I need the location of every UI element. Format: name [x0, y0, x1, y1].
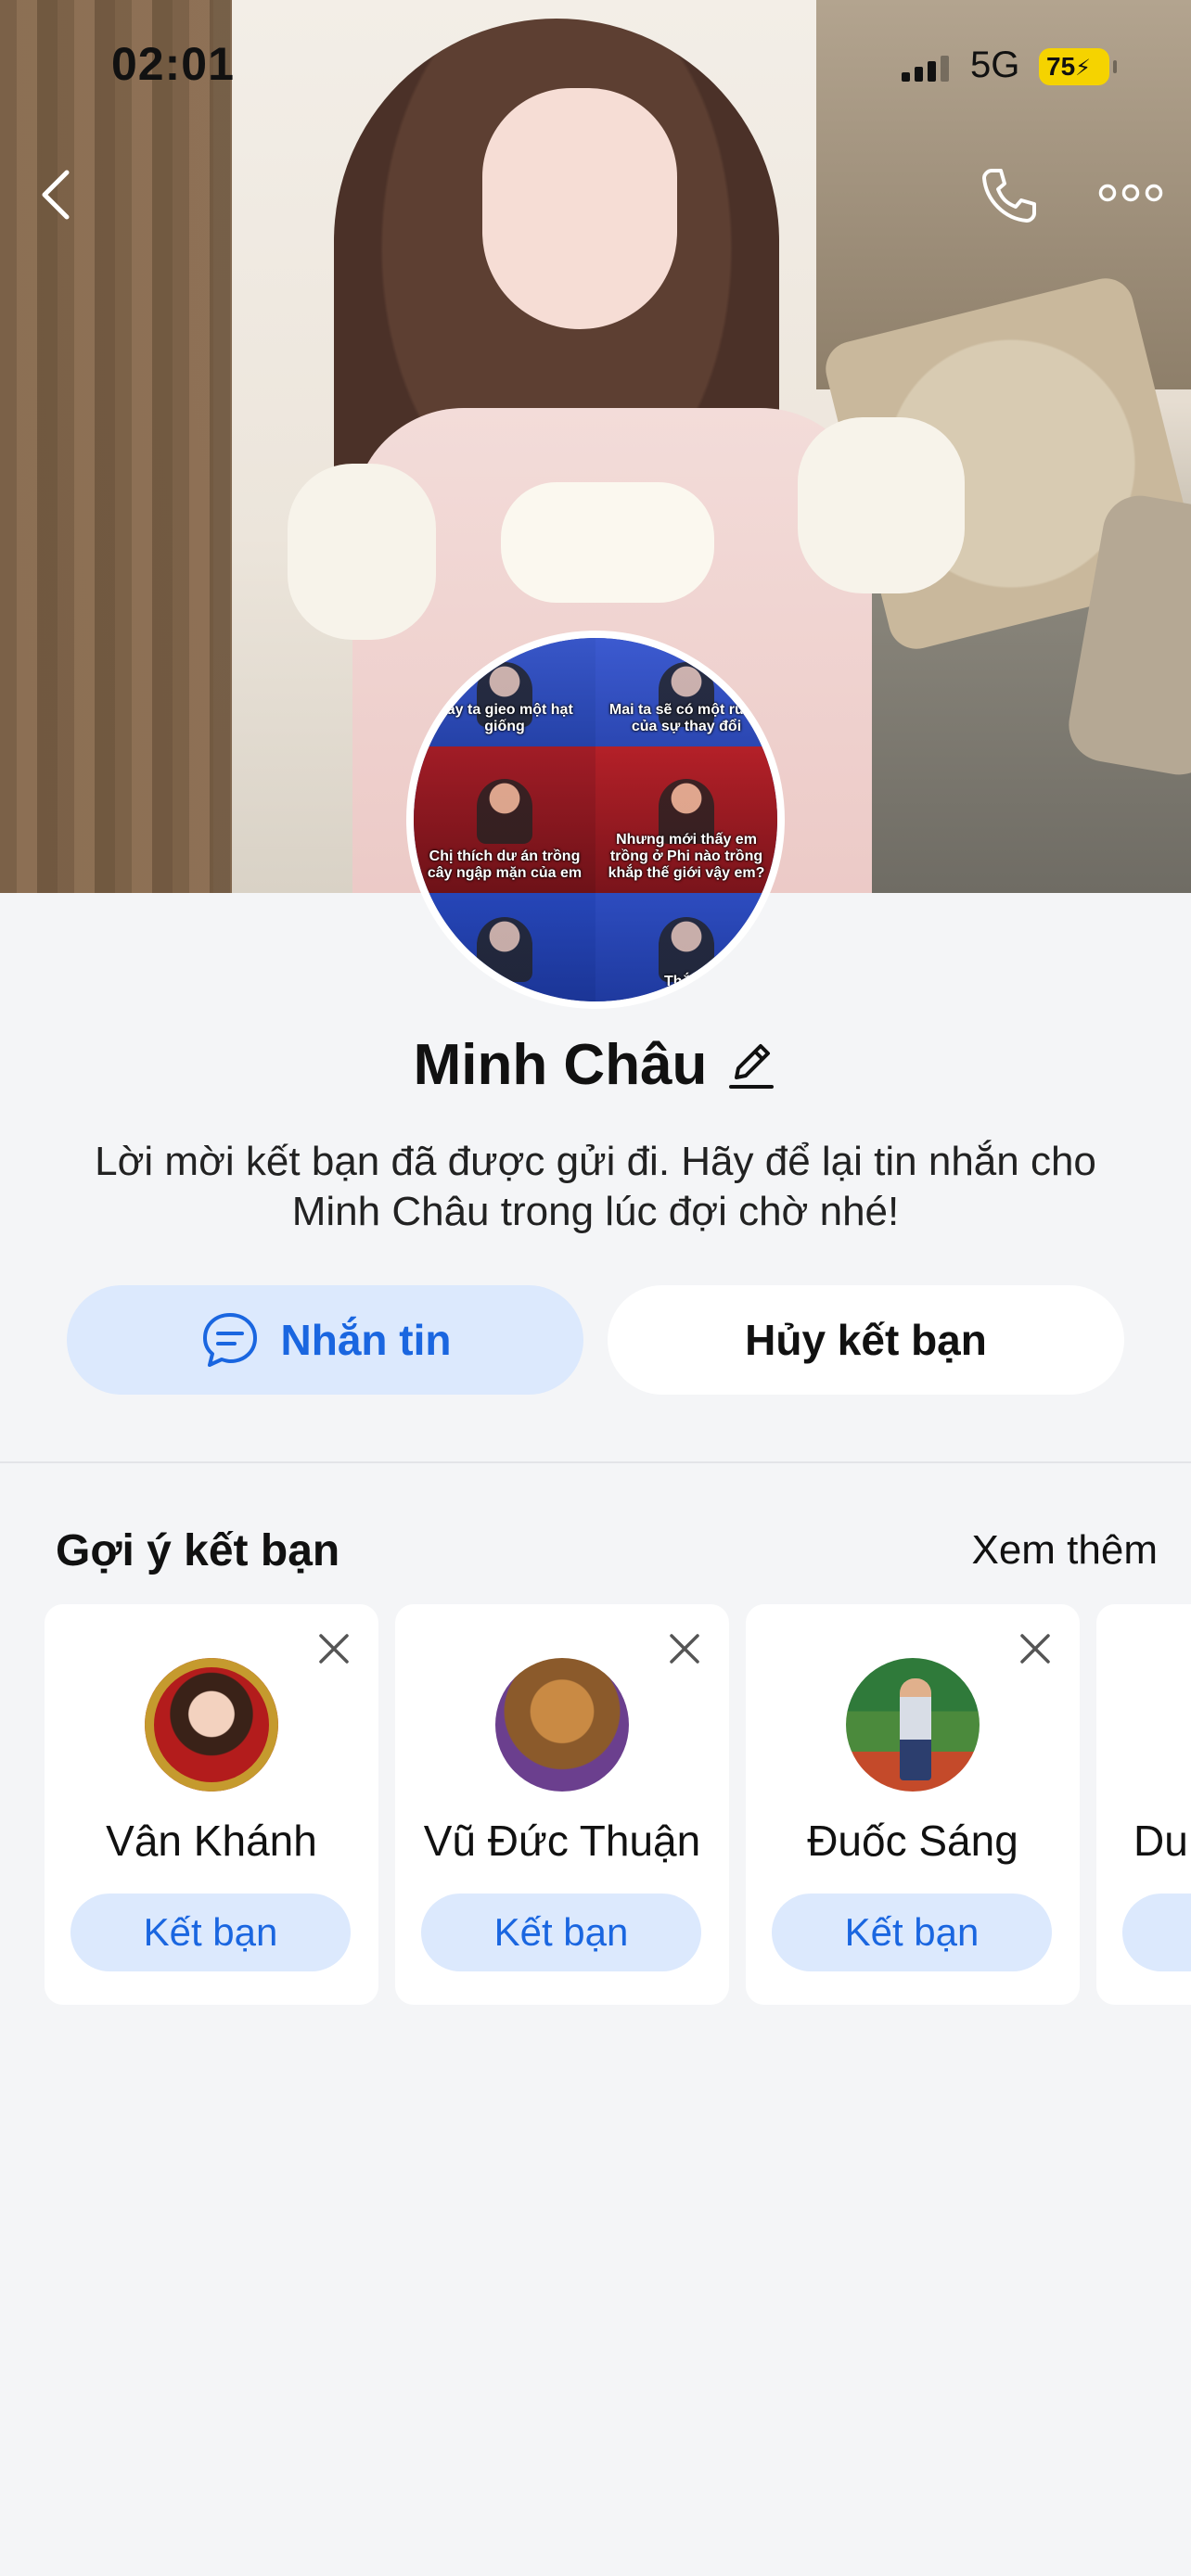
avatar-caption: Chị thích dư án trồng cây ngập mặn của e…	[427, 848, 583, 881]
suggestion-name: Vũ Đức Thuận	[423, 1817, 701, 1865]
avatar-panel: Nay ta gieo một hạt giống	[414, 638, 596, 746]
avatar-panel: Thắng	[596, 892, 777, 1001]
profile-actions: Nhắn tin Hủy kết bạn	[67, 1285, 1124, 1395]
profile-name-row: Minh Châu	[0, 1027, 1191, 1102]
avatar[interactable]	[495, 1658, 629, 1792]
profile-name: Minh Châu	[413, 1032, 708, 1097]
avatar-caption: Nay ta gieo một hạt giống	[436, 702, 573, 734]
suggestion-card[interactable]: Vũ Đức Thuận Kết bạn	[395, 1604, 729, 2005]
see-more-link[interactable]: Xem thêm	[971, 1527, 1158, 1574]
avatar[interactable]	[145, 1658, 278, 1792]
status-time: 02:01	[111, 38, 235, 90]
avatar-panel: Nhưng mới thấy em trồng ở Phi nào trồng …	[596, 746, 777, 893]
close-icon[interactable]	[668, 1632, 701, 1665]
friend-request-notice: Lời mời kết bạn đã được gửi đi. Hãy để l…	[95, 1139, 1096, 1234]
section-divider	[0, 1461, 1191, 1463]
battery-level: 75	[1046, 52, 1076, 81]
suggestion-cards: Vân Khánh Kết bạn Vũ Đức Thuận Kết bạn Đ…	[45, 1604, 1191, 2005]
profile-avatar[interactable]: Nay ta gieo một hạt giống Mai ta sẽ có m…	[406, 631, 785, 1009]
message-button-label: Nhắn tin	[280, 1316, 452, 1364]
add-friend-button[interactable]	[1122, 1894, 1191, 1971]
network-type: 5G	[970, 45, 1020, 85]
avatar-caption: Thắng	[664, 974, 709, 989]
back-icon[interactable]	[35, 167, 80, 223]
suggestion-name: Du	[1133, 1817, 1188, 1865]
cover-door	[0, 0, 232, 893]
close-icon[interactable]	[317, 1632, 351, 1665]
add-friend-button[interactable]: Kết bạn	[421, 1894, 701, 1971]
suggestion-card[interactable]: Vân Khánh Kết bạn	[45, 1604, 378, 2005]
avatar[interactable]	[846, 1658, 980, 1792]
cover-person-sleeve-right	[798, 417, 965, 593]
avatar-panel: Mai ta sẽ có một rừng của sự thay đổi	[596, 638, 777, 746]
cover-person-sleeve-left	[288, 464, 436, 640]
suggestion-card[interactable]: Đuốc Sáng Kết bạn	[746, 1604, 1080, 2005]
suggestion-name: Đuốc Sáng	[807, 1817, 1018, 1865]
edit-icon[interactable]	[725, 1037, 777, 1092]
suggestions-title: Gợi ý kết bạn	[56, 1526, 340, 1575]
suggestion-card[interactable]: Du	[1096, 1604, 1191, 2005]
phone-icon[interactable]	[979, 165, 1038, 224]
status-bar: 02:01 5G 75⚡	[0, 0, 1191, 130]
add-friend-button[interactable]: Kết bạn	[70, 1894, 351, 1971]
avatar-panel	[414, 892, 596, 1001]
suggestion-name: Vân Khánh	[106, 1817, 317, 1865]
signal-icon	[902, 56, 950, 82]
more-icon[interactable]	[1098, 182, 1163, 204]
cover-person-bow	[501, 482, 714, 603]
avatar-caption: Nhưng mới thấy em trồng ở Phi nào trồng …	[608, 831, 765, 881]
charging-icon: ⚡	[1075, 56, 1092, 81]
add-friend-button[interactable]: Kết bạn	[772, 1894, 1052, 1971]
battery-indicator: 75⚡	[1039, 48, 1117, 85]
message-button[interactable]: Nhắn tin	[67, 1285, 583, 1395]
chat-icon	[202, 1313, 257, 1367]
avatar-caption: Mai ta sẽ có một rừng của sự thay đổi	[608, 702, 764, 734]
avatar-panel: Chị thích dư án trồng cây ngập mặn của e…	[414, 746, 596, 893]
unfriend-button-label: Hủy kết bạn	[745, 1316, 987, 1364]
close-icon[interactable]	[1018, 1632, 1052, 1665]
unfriend-button[interactable]: Hủy kết bạn	[608, 1285, 1124, 1395]
